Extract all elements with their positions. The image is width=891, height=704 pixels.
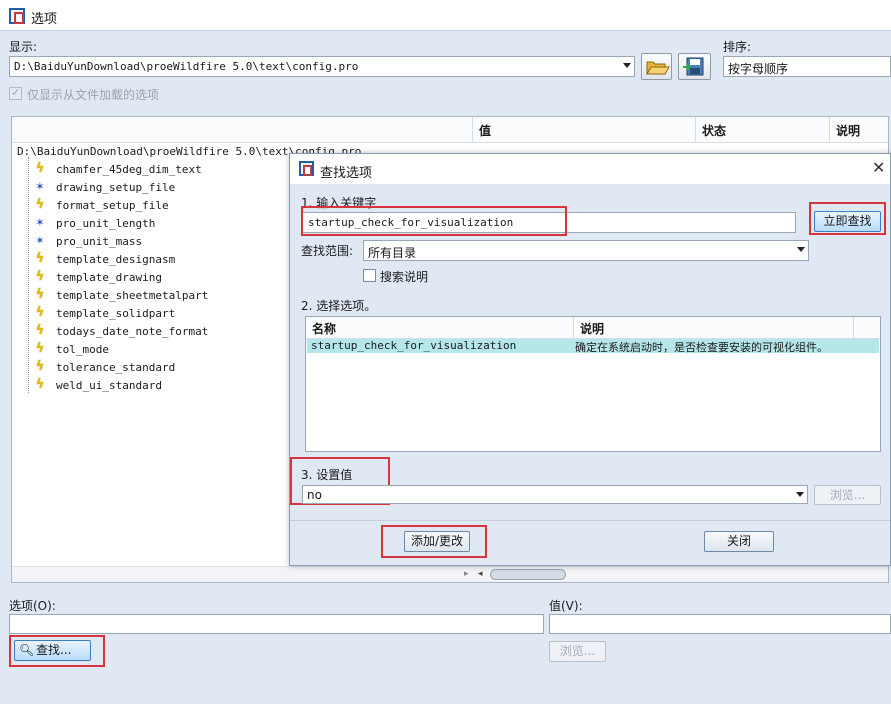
scope-combo[interactable]: 所有目录 [363, 240, 809, 261]
yellow-bolt-icon: ϟ [36, 323, 44, 338]
yellow-bolt-icon: ϟ [36, 197, 44, 212]
search-icon: 🔍︎ [19, 643, 35, 657]
chevron-down-icon[interactable] [623, 63, 631, 68]
tree-item-label: tol_mode [56, 343, 109, 356]
step2-heading: 2. 选择选项。 [301, 299, 377, 313]
yellow-bolt-icon: ϟ [36, 287, 44, 302]
yellow-bolt-icon: ϟ [36, 341, 44, 356]
result-row-selected[interactable]: startup_check_for_visualization 确定在系统启动时… [307, 339, 879, 354]
scroll-thumb[interactable] [490, 569, 566, 580]
tree-guide-line [28, 157, 29, 393]
dialog-close-button[interactable]: 关闭 [704, 531, 774, 552]
yellow-bolt-icon: ϟ [36, 251, 44, 266]
blue-star-icon: ✶ [36, 233, 44, 248]
tree-item-label: template_sheetmetalpart [56, 289, 209, 302]
dialog-divider [290, 520, 890, 521]
step3-heading: 3. 设置值 [301, 468, 353, 482]
tree-item-label: pro_unit_mass [56, 235, 143, 248]
save-disk-icon [683, 57, 704, 76]
sort-label: 排序: [723, 40, 752, 54]
tree-column-value[interactable]: 值 [473, 117, 696, 143]
app-icon [9, 8, 25, 24]
horizontal-scrollbar[interactable]: ▸ ◂ [12, 566, 888, 582]
result-description: 确定在系统启动时，是否检查要安装的可视化组件。 [575, 341, 828, 354]
tree-column-name [12, 117, 473, 143]
search-now-button[interactable]: 立即查找 [814, 211, 881, 232]
blue-star-icon: ✶ [36, 215, 44, 230]
tree-item-label: template_drawing [56, 271, 162, 284]
result-name: startup_check_for_visualization [311, 339, 517, 352]
find-options-dialog: 查找选项 ✕ 1. 输入关键字 startup_check_for_visual… [289, 153, 891, 566]
dialog-titlebar [290, 154, 890, 184]
find-button[interactable]: 🔍︎ 查找... [14, 640, 91, 661]
value-input[interactable] [549, 614, 891, 634]
sort-combo[interactable]: 按字母顺序 [723, 56, 891, 77]
tree-item-label: template_designasm [56, 253, 176, 266]
yellow-bolt-icon: ϟ [36, 305, 44, 320]
scroll-right-icon[interactable]: ▸ [464, 569, 469, 579]
blue-star-icon: ✶ [36, 179, 44, 194]
search-description-label: 搜索说明 [380, 270, 429, 284]
tree-item-label: chamfer_45deg_dim_text [56, 163, 202, 176]
search-description-checkbox[interactable] [363, 269, 376, 282]
open-folder-button[interactable] [641, 53, 672, 80]
dialog-app-icon [299, 161, 314, 176]
value-field-label: 值(V): [549, 599, 583, 613]
yellow-bolt-icon: ϟ [36, 269, 44, 284]
tree-item-label: pro_unit_length [56, 217, 156, 230]
display-path-value: D:\BaiduYunDownload\proeWildfire 5.0\tex… [14, 60, 359, 73]
tree-item-label: drawing_setup_file [56, 181, 176, 194]
tree-item-label: format_setup_file [56, 199, 169, 212]
option-input[interactable] [9, 614, 544, 634]
results-column-extra [854, 317, 880, 339]
window-titlebar [0, 0, 891, 31]
sort-value: 按字母顺序 [728, 62, 789, 76]
tree-column-description[interactable]: 说明 [830, 117, 888, 143]
add-change-button[interactable]: 添加/更改 [404, 531, 470, 552]
tree-item-label: template_solidpart [56, 307, 176, 320]
yellow-bolt-icon: ϟ [36, 161, 44, 176]
yellow-bolt-icon: ϟ [36, 359, 44, 374]
tree-column-status[interactable]: 状态 [696, 117, 830, 143]
dialog-title: 查找选项 [320, 166, 373, 181]
results-list[interactable]: 名称 说明 startup_check_for_visualization 确定… [305, 316, 881, 452]
set-value-combo[interactable]: no [302, 485, 808, 504]
window-title: 选项 [31, 12, 58, 27]
value-browse-button[interactable]: 浏览... [549, 641, 606, 662]
tree-item-label: tolerance_standard [56, 361, 176, 374]
scroll-left-icon[interactable]: ◂ [478, 569, 483, 579]
chevron-down-icon[interactable] [797, 247, 805, 252]
tree-item-label: weld_ui_standard [56, 379, 162, 392]
close-icon[interactable]: ✕ [872, 158, 885, 177]
find-button-label: 查找... [36, 643, 72, 657]
display-path-combo[interactable]: D:\BaiduYunDownload\proeWildfire 5.0\tex… [9, 56, 635, 77]
only-loaded-checkbox[interactable] [9, 86, 22, 100]
tree-item-label: todays_date_note_format [56, 325, 209, 338]
results-column-description[interactable]: 说明 [574, 317, 854, 339]
open-folder-icon [646, 61, 670, 75]
set-value-text: no [307, 488, 322, 502]
keyword-highlight-box [301, 206, 567, 236]
display-label: 显示: [9, 40, 38, 54]
option-field-label: 选项(O): [9, 599, 56, 613]
dialog-browse-button[interactable]: 浏览... [814, 485, 881, 505]
yellow-bolt-icon: ϟ [36, 377, 44, 392]
scope-label: 查找范围: [301, 244, 354, 258]
results-column-name[interactable]: 名称 [306, 317, 574, 339]
scope-value: 所有目录 [368, 246, 417, 260]
only-loaded-label: 仅显示从文件加载的选项 [27, 88, 160, 102]
save-config-button[interactable] [678, 53, 711, 80]
chevron-down-icon[interactable] [796, 492, 804, 497]
